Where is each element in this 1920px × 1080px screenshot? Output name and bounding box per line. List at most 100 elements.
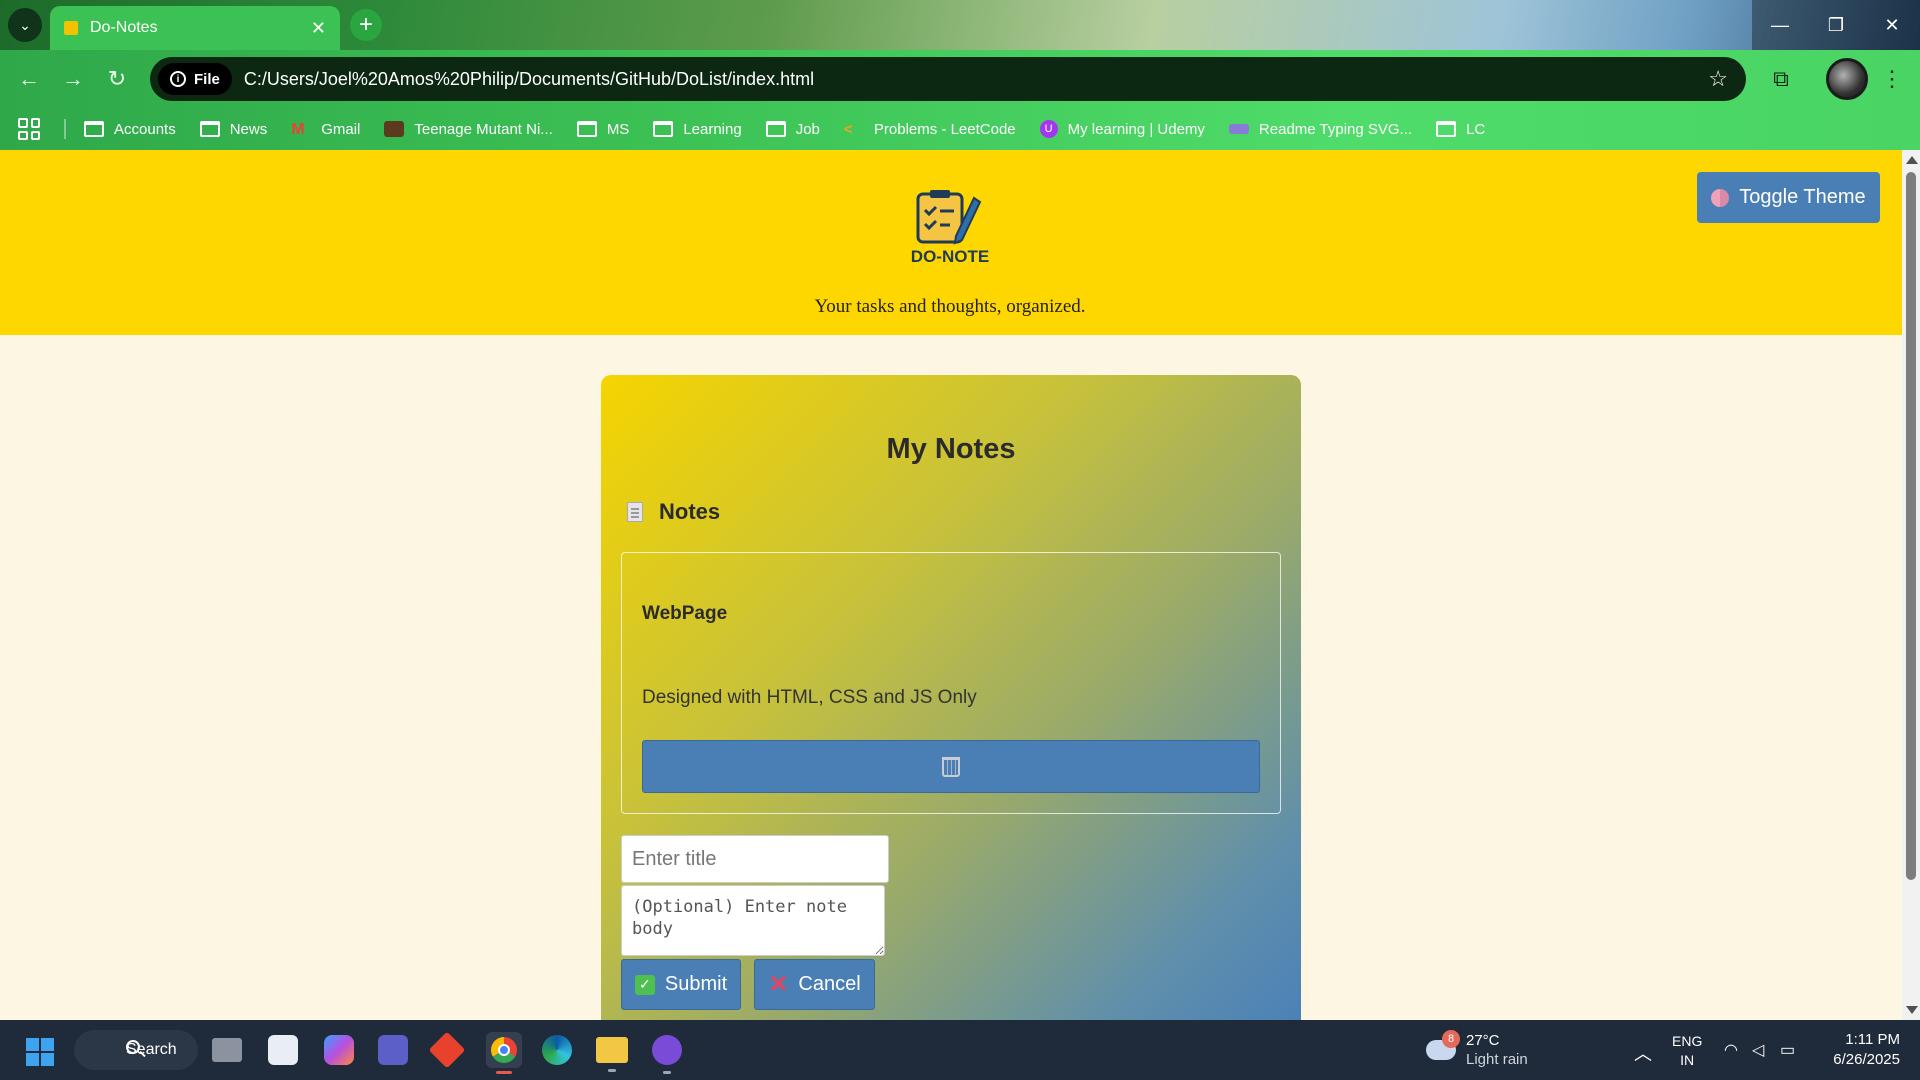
udemy-icon: U bbox=[1039, 120, 1058, 138]
note-title: WebPage bbox=[642, 603, 728, 624]
weather-badge: 8 bbox=[1442, 1030, 1460, 1048]
folder-icon bbox=[576, 121, 597, 137]
note-body-input[interactable] bbox=[621, 885, 885, 956]
submit-button[interactable]: ✓ Submit bbox=[621, 959, 741, 1010]
windows-start-icon[interactable] bbox=[26, 1038, 54, 1066]
task-view-icon[interactable] bbox=[212, 1038, 242, 1062]
bookmark-readme-typing[interactable]: Readme Typing SVG... bbox=[1228, 121, 1412, 138]
close-window-button[interactable]: ✕ bbox=[1864, 0, 1920, 50]
bookmarks-separator bbox=[64, 119, 66, 139]
tagline: Your tasks and thoughts, organized. bbox=[814, 296, 1086, 317]
toggle-theme-button[interactable]: Toggle Theme bbox=[1697, 172, 1880, 223]
scroll-up-arrow-icon[interactable] bbox=[1906, 156, 1918, 164]
microsoft-store-icon[interactable] bbox=[268, 1035, 298, 1065]
favicon-icon bbox=[64, 21, 78, 35]
folder-icon bbox=[199, 121, 220, 137]
bookmark-job[interactable]: Job bbox=[765, 120, 820, 138]
file-chip-label: File bbox=[194, 70, 220, 88]
folder-icon bbox=[1436, 121, 1457, 137]
apps-grid-icon[interactable] bbox=[18, 118, 40, 140]
bookmark-label: Job bbox=[795, 120, 820, 138]
scroll-thumb[interactable] bbox=[1906, 172, 1916, 880]
edge-icon[interactable] bbox=[542, 1035, 572, 1065]
folder-icon bbox=[653, 121, 674, 137]
github-desktop-icon[interactable] bbox=[652, 1035, 682, 1074]
search-icon bbox=[126, 1040, 140, 1054]
forward-button[interactable]: → bbox=[58, 64, 88, 94]
bookmark-label: My learning | Udemy bbox=[1067, 120, 1205, 138]
back-button[interactable]: ← bbox=[14, 64, 44, 94]
site-info-chip[interactable]: i File bbox=[158, 63, 232, 95]
bookmark-label: Teenage Mutant Ni... bbox=[414, 120, 553, 138]
hidden-icons-chevron-icon[interactable]: ︿ bbox=[1634, 1040, 1652, 1066]
memo-icon bbox=[627, 502, 643, 522]
cross-icon: ✕ bbox=[768, 971, 789, 998]
language-secondary: IN bbox=[1680, 1052, 1695, 1068]
language-indicator[interactable]: ENG IN bbox=[1672, 1032, 1702, 1070]
notes-section-heading: Notes bbox=[627, 499, 720, 525]
bookmark-label: Gmail bbox=[321, 120, 361, 138]
tab-strip: ⌄ Do-Notes ✕ + — ❐ ✕ bbox=[0, 0, 1920, 50]
bookmark-label: LC bbox=[1466, 120, 1486, 138]
site-header: DO-NOTE Your tasks and thoughts, organiz… bbox=[0, 150, 1902, 335]
file-explorer-icon[interactable] bbox=[596, 1037, 628, 1072]
bookmark-label: Accounts bbox=[114, 120, 176, 138]
folder-icon bbox=[765, 121, 786, 137]
extensions-icon[interactable]: ⧉ bbox=[1766, 64, 1796, 94]
folder-icon bbox=[84, 121, 104, 137]
info-icon: i bbox=[170, 71, 186, 87]
cancel-label: Cancel bbox=[798, 973, 861, 995]
teams-icon[interactable] bbox=[378, 1035, 408, 1065]
tab-search-button[interactable]: ⌄ bbox=[8, 8, 42, 42]
toggle-theme-label: Toggle Theme bbox=[1739, 186, 1866, 208]
bookmark-news[interactable]: News bbox=[199, 121, 267, 138]
note-title-input[interactable] bbox=[621, 835, 889, 883]
copilot-icon[interactable] bbox=[324, 1035, 354, 1065]
trash-icon bbox=[942, 756, 960, 777]
page-scrollbar[interactable] bbox=[1902, 150, 1920, 1020]
chrome-icon[interactable] bbox=[486, 1032, 522, 1074]
cancel-button[interactable]: ✕ Cancel bbox=[754, 959, 875, 1010]
url-text: C:/Users/Joel%20Amos%20Philip/Documents/… bbox=[243, 68, 815, 89]
running-indicator bbox=[608, 1069, 616, 1072]
bookmark-lc[interactable]: LC bbox=[1436, 121, 1485, 138]
bookmark-learning[interactable]: Learning bbox=[653, 121, 742, 138]
gmail-icon: M bbox=[291, 121, 305, 138]
page-viewport: DO-NOTE Your tasks and thoughts, organiz… bbox=[0, 150, 1902, 1020]
check-icon: ✓ bbox=[634, 974, 655, 995]
taskbar-search[interactable]: Search bbox=[74, 1030, 198, 1070]
scroll-down-arrow-icon[interactable] bbox=[1906, 1006, 1918, 1014]
clock-date: 6/26/2025 bbox=[1833, 1051, 1900, 1068]
tmnt-icon bbox=[384, 121, 405, 137]
browser-menu-icon[interactable]: ⋮ bbox=[1880, 64, 1904, 94]
weather-widget[interactable]: 8 27°C Light rain bbox=[1426, 1028, 1528, 1072]
bookmark-star-icon[interactable]: ☆ bbox=[1708, 66, 1728, 92]
active-indicator bbox=[496, 1071, 512, 1074]
bookmark-label: MS bbox=[606, 120, 630, 138]
minimize-button[interactable]: — bbox=[1752, 0, 1808, 50]
bookmark-label: Problems - LeetCode bbox=[873, 120, 1016, 138]
bookmark-udemy[interactable]: U My learning | Udemy bbox=[1039, 120, 1205, 138]
new-tab-button[interactable]: + bbox=[350, 9, 382, 41]
restore-button[interactable]: ❐ bbox=[1808, 0, 1864, 50]
volume-icon[interactable]: ◁ bbox=[1752, 1040, 1764, 1060]
profile-avatar[interactable] bbox=[1826, 58, 1868, 100]
bookmark-tmnt[interactable]: Teenage Mutant Ni... bbox=[384, 120, 553, 138]
submit-label: Submit bbox=[664, 973, 728, 995]
bookmark-gmail[interactable]: M Gmail bbox=[291, 120, 361, 139]
rain-cloud-icon: 8 bbox=[1426, 1030, 1460, 1060]
battery-icon[interactable]: ▭ bbox=[1780, 1040, 1795, 1060]
wifi-icon[interactable]: ◠ bbox=[1724, 1040, 1738, 1060]
bookmark-accounts[interactable]: Accounts bbox=[84, 121, 176, 138]
bookmark-ms[interactable]: MS bbox=[576, 120, 630, 138]
bookmark-leetcode[interactable]: < Problems - LeetCode bbox=[844, 120, 1016, 139]
anydesk-icon[interactable] bbox=[428, 1031, 466, 1069]
tab-do-notes[interactable]: Do-Notes ✕ bbox=[50, 6, 340, 50]
delete-note-button[interactable] bbox=[642, 740, 1260, 793]
logo-text: DO-NOTE bbox=[910, 247, 990, 266]
system-clock[interactable]: 1:11 PM 6/26/2025 bbox=[1820, 1030, 1900, 1070]
tab-close-icon[interactable]: ✕ bbox=[311, 18, 326, 39]
reload-button[interactable]: ↻ bbox=[102, 64, 132, 94]
address-bar[interactable]: i File C:/Users/Joel%20Amos%20Philip/Doc… bbox=[150, 57, 1746, 101]
notes-section-label: Notes bbox=[659, 499, 721, 524]
